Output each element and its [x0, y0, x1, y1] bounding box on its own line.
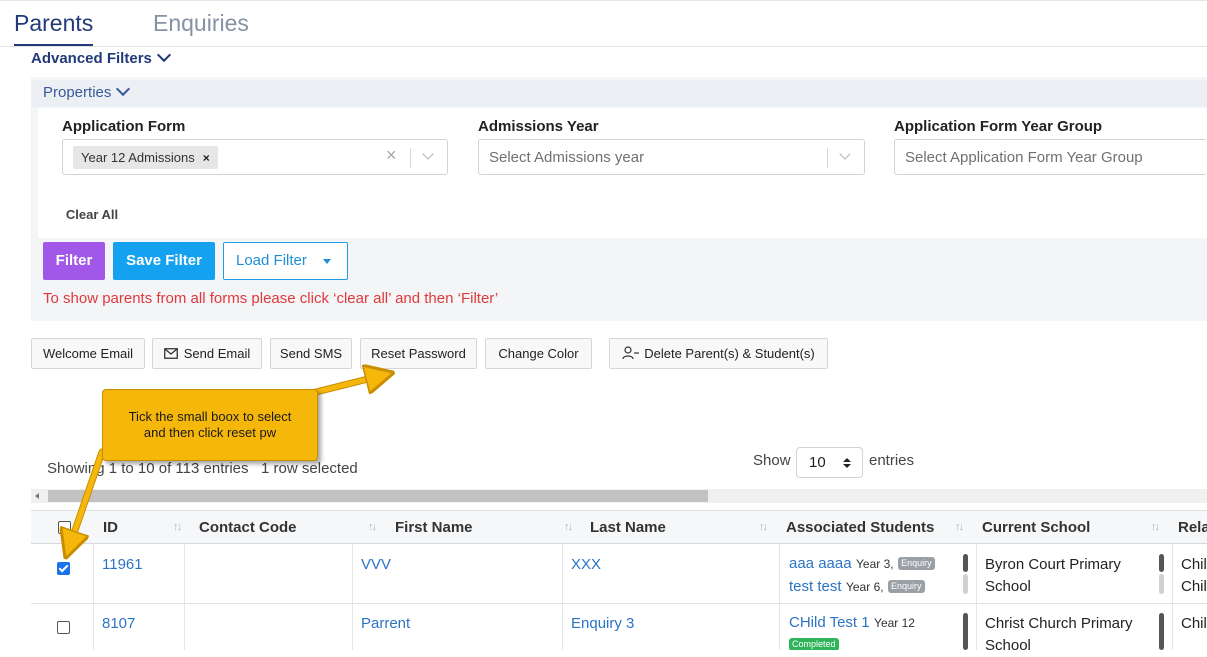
callout-line-1: Tick the small boox to select: [128, 409, 292, 424]
annotation-callout: Tick the small boox to select and then c…: [102, 389, 318, 461]
callout-line-2: and then click reset pw: [143, 425, 277, 440]
annotation-arrows: [0, 0, 1207, 650]
